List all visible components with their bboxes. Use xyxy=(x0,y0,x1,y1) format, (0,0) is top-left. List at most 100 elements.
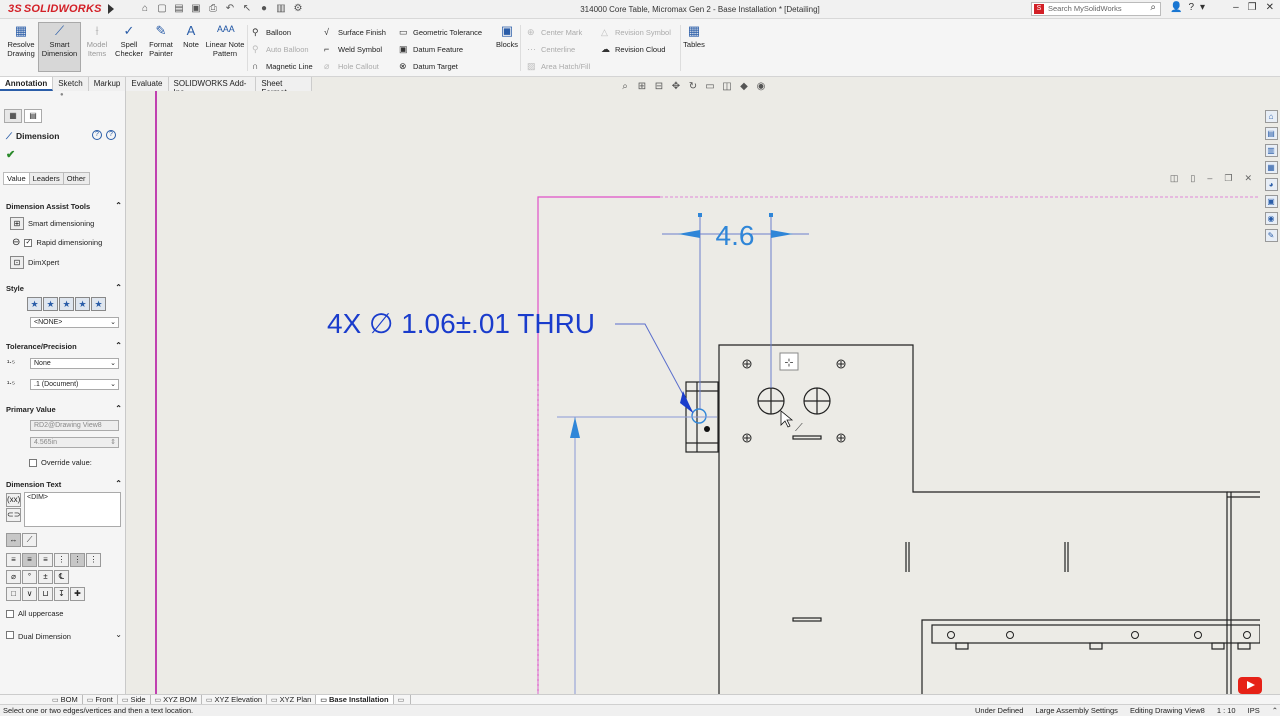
center-mark-button[interactable]: ⊕ Center Mark xyxy=(527,27,582,38)
datum-target-button[interactable]: ⊗ Datum Target xyxy=(399,61,458,72)
expand-icon[interactable]: ⌄ xyxy=(115,630,122,639)
canvas-restore-icon[interactable]: ❐ xyxy=(1224,173,1232,184)
zoom-area-icon[interactable]: ⊞ xyxy=(635,81,649,93)
apply-style-icon[interactable]: ★ xyxy=(27,297,42,311)
style-header[interactable]: Style ⌃ xyxy=(6,283,122,293)
centerline-symbol-icon[interactable]: ℄ xyxy=(54,570,69,584)
blocks-button[interactable]: ▣ Blocks xyxy=(494,23,520,50)
revision-cloud-button[interactable]: ☁ Revision Cloud xyxy=(601,44,665,55)
align-left-icon[interactable]: ≡ xyxy=(6,553,21,567)
add-style-icon[interactable]: ★ xyxy=(43,297,58,311)
magnetic-line-button[interactable]: ∩ Magnetic Line xyxy=(252,61,313,71)
datum-feature-button[interactable]: ▣ Datum Feature xyxy=(399,44,463,55)
edit-icon[interactable]: ✎ xyxy=(1264,229,1278,242)
drawing-sheet[interactable]: 4.6 4X ∅ 1.06±.01 THRU ⊹ ⟋ xyxy=(127,91,1260,694)
user-icon[interactable]: 👤 xyxy=(1170,2,1182,13)
tab-sketch[interactable]: Sketch xyxy=(53,77,89,91)
new-document-icon[interactable]: ▢ xyxy=(155,2,169,16)
status-scale[interactable]: 1 : 10 xyxy=(1217,705,1238,716)
zoom-to-fit-icon[interactable]: ⌕ xyxy=(618,81,632,93)
degree-icon[interactable]: ° xyxy=(22,570,37,584)
style-select[interactable]: <NONE> ⌄ xyxy=(30,317,119,328)
select-arrow-icon[interactable]: ↖ xyxy=(240,2,254,16)
dimension-value-text[interactable]: 4.6 xyxy=(716,220,755,251)
collapse-icon[interactable]: ⌃ xyxy=(115,201,122,210)
close-icon[interactable]: ✕ xyxy=(1266,2,1274,13)
file-explorer-icon[interactable]: ▥ xyxy=(1264,144,1278,157)
subtab-leaders[interactable]: Leaders xyxy=(28,172,64,185)
tab-sheet-format[interactable]: Sheet Format xyxy=(256,77,312,97)
all-uppercase-option[interactable]: All uppercase xyxy=(6,609,63,618)
save-icon[interactable]: ▣ xyxy=(189,2,203,16)
sheet-tab-base-installation[interactable]: ▭ Base Installation xyxy=(316,695,394,704)
text-angle-icon[interactable]: ⟋ xyxy=(22,533,37,547)
appearances-icon[interactable]: ◕ xyxy=(1264,178,1278,191)
restore-icon[interactable]: ❐ xyxy=(1248,2,1257,13)
drawing-canvas[interactable]: 4.6 4X ∅ 1.06±.01 THRU ⊹ ⟋ ◫ ▯ – ❐ ✕ xyxy=(127,91,1260,694)
solidworks-logo[interactable]: 3S SOLIDWORKS xyxy=(8,3,102,15)
add-sheet-icon[interactable]: ▭ xyxy=(394,695,412,704)
centerline-button[interactable]: ⋯ Centerline xyxy=(527,44,575,55)
forum-icon[interactable]: ◉ xyxy=(1264,212,1278,225)
balloon-button[interactable]: ⚲ Balloon xyxy=(252,27,291,38)
tab-solidworks-add-ins[interactable]: SOLIDWORKS Add-Ins xyxy=(168,77,257,97)
plus-minus-icon[interactable]: ± xyxy=(38,570,53,584)
ok-check-icon[interactable]: ✔ xyxy=(6,148,15,161)
hole-callout-text[interactable]: 4X ∅ 1.06±.01 THRU xyxy=(327,308,595,339)
inspection-dimension-icon[interactable]: ⊂⊃ xyxy=(6,508,21,522)
geometric-tolerance-button[interactable]: ▭ Geometric Tolerance xyxy=(399,27,482,38)
tab-annotation[interactable]: Annotation xyxy=(0,77,54,91)
hole-callout-button[interactable]: ⌀ Hole Callout xyxy=(324,61,379,72)
tolerance-header[interactable]: Tolerance/Precision ⌃ xyxy=(6,341,122,351)
subtab-other[interactable]: Other xyxy=(62,172,90,185)
hide-show-icon[interactable]: ▭ xyxy=(703,81,717,93)
panel-grip[interactable]: ● xyxy=(60,92,64,98)
smart-dimension-button[interactable]: ⟋ Smart Dimension xyxy=(38,22,81,72)
tolerance-type-select[interactable]: None ⌄ xyxy=(30,358,119,369)
align-center-icon[interactable]: ≡ xyxy=(22,553,37,567)
override-value-option[interactable]: Override value: xyxy=(29,458,92,467)
tables-button[interactable]: ▦ Tables xyxy=(681,23,707,50)
resolve-drawing-button[interactable]: ▦ Resolve Drawing xyxy=(2,23,40,58)
square-icon[interactable]: □ xyxy=(6,587,21,601)
status-chevron-icon[interactable]: ⌃ xyxy=(1272,705,1280,716)
assist-tools-header[interactable]: Dimension Assist Tools ⌃ xyxy=(6,201,122,211)
home-icon[interactable]: ⌂ xyxy=(138,2,152,16)
dropdown-icon[interactable]: ▾ xyxy=(1200,2,1205,13)
depth-icon[interactable]: ↧ xyxy=(54,587,69,601)
text-position-icon[interactable]: ↔ xyxy=(6,533,21,547)
load-style-icon[interactable]: ★ xyxy=(91,297,106,311)
sheet-tab-xyz-elevation[interactable]: ▭ XYZ Elevation xyxy=(202,695,268,704)
sheet-tab-front[interactable]: ▭ Front xyxy=(83,695,118,704)
design-library-icon[interactable]: ▤ xyxy=(1264,127,1278,140)
save-style-icon[interactable]: ★ xyxy=(75,297,90,311)
add-parentheses-icon[interactable]: (xx) xyxy=(6,493,21,507)
sheet-tab-xyz-bom[interactable]: ▭ XYZ BOM xyxy=(151,695,202,704)
selected-hole-circle[interactable] xyxy=(691,408,707,424)
tab-evaluate[interactable]: Evaluate xyxy=(126,77,169,91)
status-large-assembly[interactable]: Large Assembly Settings xyxy=(1035,705,1120,716)
property-manager-tab-icon[interactable]: ▤ xyxy=(24,109,42,123)
solidworks-resources-icon[interactable]: ⌂ xyxy=(1264,110,1278,123)
file-properties-icon[interactable]: ▥ xyxy=(274,2,288,16)
all-uppercase-checkbox[interactable] xyxy=(6,609,14,618)
dual-dimension-checkbox[interactable] xyxy=(6,631,14,639)
weld-symbol-button[interactable]: ⌐ Weld Symbol xyxy=(324,44,382,54)
rapid-dimensioning-checkbox[interactable]: ✓ xyxy=(24,238,33,247)
view-settings-icon[interactable]: ◫ xyxy=(720,81,734,93)
stack-middle-icon[interactable]: ⋮ xyxy=(70,553,85,567)
rapid-dimensioning-option[interactable]: ⊖ ✓ Rapid dimensioning xyxy=(12,237,102,248)
open-folder-icon[interactable]: ▤ xyxy=(172,2,186,16)
previous-view-icon[interactable]: ⊟ xyxy=(652,81,666,93)
help-icon[interactable]: ? xyxy=(106,130,116,140)
sheet-tab-xyz-plan[interactable]: ▭ XYZ Plan xyxy=(267,695,317,704)
split-icon[interactable]: ▯ xyxy=(1190,173,1195,184)
primary-value-header[interactable]: Primary Value ⌃ xyxy=(6,404,122,414)
dimension-text-header[interactable]: Dimension Text ⌃ xyxy=(6,479,122,489)
canvas-close-icon[interactable]: ✕ xyxy=(1244,173,1252,184)
surface-finish-button[interactable]: √ Surface Finish xyxy=(324,27,386,37)
override-value-checkbox[interactable] xyxy=(29,458,37,467)
view-palette-icon[interactable]: ▦ xyxy=(1264,161,1278,174)
appearance-icon[interactable]: ◉ xyxy=(754,81,768,93)
undo-icon[interactable]: ↶ xyxy=(223,2,237,16)
